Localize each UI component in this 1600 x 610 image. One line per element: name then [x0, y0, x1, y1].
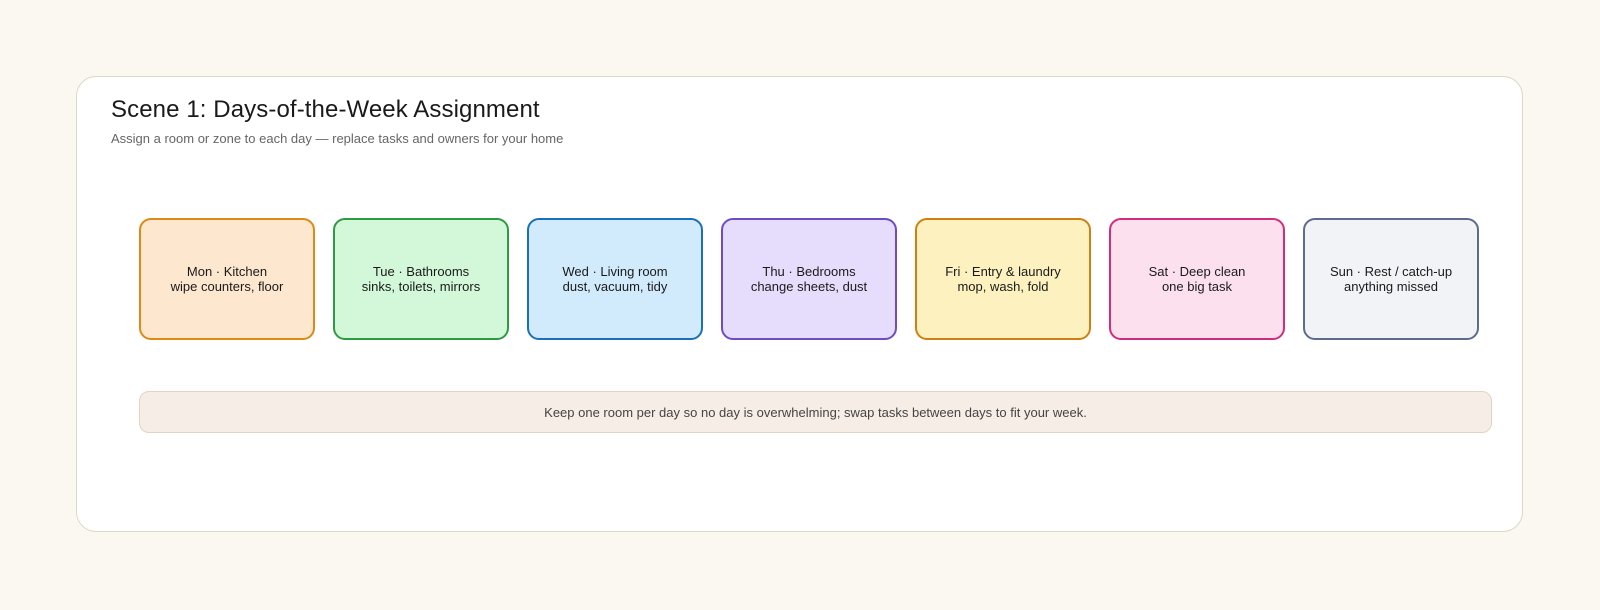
day-tasks: anything missed — [1344, 279, 1438, 294]
day-card-thu[interactable]: Thu · Bedrooms change sheets, dust — [721, 218, 897, 340]
day-card-wed[interactable]: Wed · Living room dust, vacuum, tidy — [527, 218, 703, 340]
day-label: Sun · Rest / catch-up — [1329, 264, 1453, 279]
page-title: Scene 1: Days-of-the-Week Assignment — [111, 96, 540, 123]
day-label: Fri · Entry & laundry — [945, 264, 1061, 279]
day-card-fri[interactable]: Fri · Entry & laundry mop, wash, fold — [915, 218, 1091, 340]
day-label: Tue · Bathrooms — [372, 264, 470, 279]
day-label: Sat · Deep clean — [1148, 264, 1246, 279]
day-tasks: one big task — [1161, 279, 1233, 294]
day-label: Thu · Bedrooms — [762, 264, 856, 279]
day-card-sat[interactable]: Sat · Deep clean one big task — [1109, 218, 1285, 340]
day-card-tue[interactable]: Tue · Bathrooms sinks, toilets, mirrors — [333, 218, 509, 340]
day-tasks: sinks, toilets, mirrors — [361, 279, 481, 294]
day-tasks: dust, vacuum, tidy — [562, 279, 668, 294]
day-card-sun[interactable]: Sun · Rest / catch-up anything missed — [1303, 218, 1479, 340]
day-label: Mon · Kitchen — [186, 264, 268, 279]
day-tasks: change sheets, dust — [750, 279, 868, 294]
day-tasks: mop, wash, fold — [957, 279, 1049, 294]
tip-note: Keep one room per day so no day is overw… — [139, 391, 1492, 433]
days-row: Mon · Kitchen wipe counters, floor Tue ·… — [139, 218, 1489, 342]
day-tasks: wipe counters, floor — [170, 279, 284, 294]
scene-card: Scene 1: Days-of-the-Week Assignment Ass… — [76, 76, 1523, 532]
page-subtitle: Assign a room or zone to each day — repl… — [111, 131, 564, 146]
day-label: Wed · Living room — [562, 264, 668, 279]
day-card-mon[interactable]: Mon · Kitchen wipe counters, floor — [139, 218, 315, 340]
